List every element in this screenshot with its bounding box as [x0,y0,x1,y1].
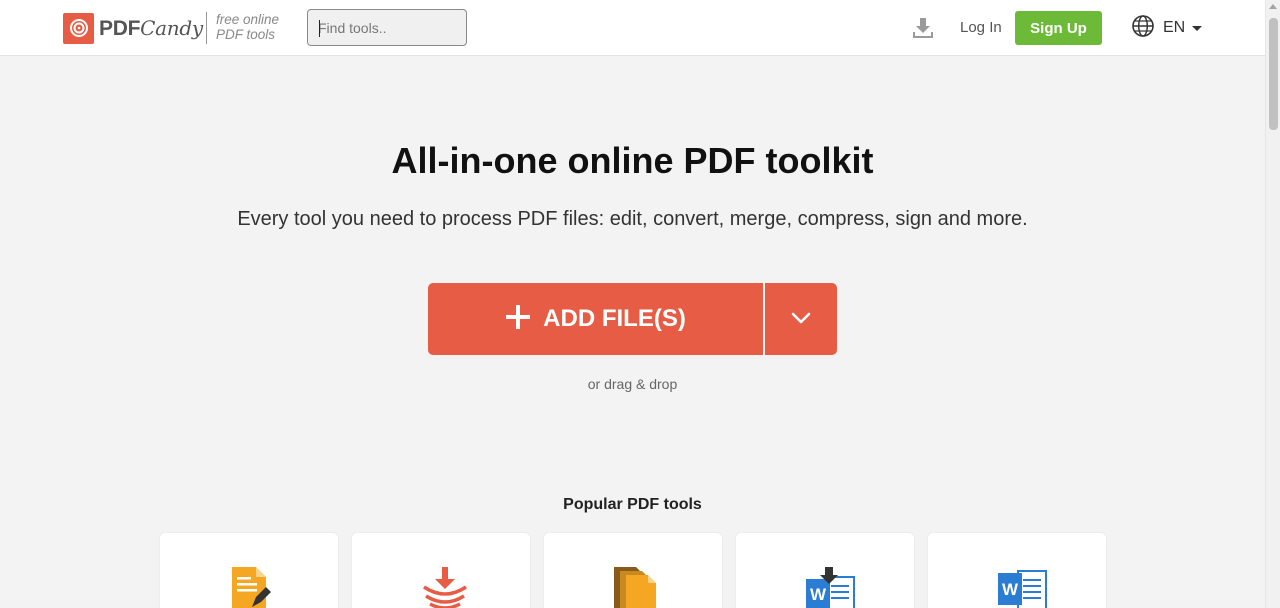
tool-card-merge[interactable] [543,532,723,608]
globe-icon [1131,14,1155,43]
search-input[interactable] [318,19,456,36]
plus-icon [505,302,531,336]
page: PDFCandy free online PDF tools Log In Si… [0,0,1280,608]
signup-button[interactable]: Sign Up [1015,11,1102,45]
hero-subtitle: Every tool you need to process PDF files… [237,208,1028,230]
search-box[interactable] [307,9,467,46]
logo-wordmark: PDFCandy [99,15,203,40]
logo[interactable]: PDFCandy [63,12,203,44]
svg-text:W: W [1002,580,1019,599]
drag-drop-hint: or drag & drop [587,376,678,392]
tagline-line-2: PDF tools [216,27,276,42]
page-scrollbar[interactable] [1265,0,1280,608]
tagline: free online PDF tools [206,12,279,44]
popular-tools-title: Popular PDF tools [563,496,702,513]
add-files-dropdown-button[interactable] [765,283,837,355]
add-files-label: ADD FILE(S) [543,305,686,332]
add-files-button[interactable]: ADD FILE(S) [428,283,763,355]
svg-text:W: W [810,585,827,604]
candy-logo-icon [63,12,94,44]
tool-card-edit[interactable] [159,532,339,608]
scroll-up-arrow-icon[interactable] [1269,4,1277,9]
tool-card-word-to-pdf[interactable]: W [735,532,915,608]
caret-down-icon [1192,25,1203,31]
login-link[interactable]: Log In [960,19,1002,36]
scrollbar-thumb[interactable] [1269,18,1278,130]
tool-card-pdf-to-word[interactable]: W [927,532,1107,608]
tagline-line-1: free online [216,12,280,27]
language-selector[interactable]: EN [1131,14,1203,43]
chevron-down-icon [790,311,812,328]
top-header: PDFCandy free online PDF tools Log In Si… [0,0,1265,56]
download-icon[interactable] [911,16,935,40]
text-cursor [319,20,320,37]
language-code: EN [1163,19,1186,36]
tool-card-compress[interactable] [351,532,531,608]
hero-title: All-in-one online PDF toolkit [391,140,874,181]
